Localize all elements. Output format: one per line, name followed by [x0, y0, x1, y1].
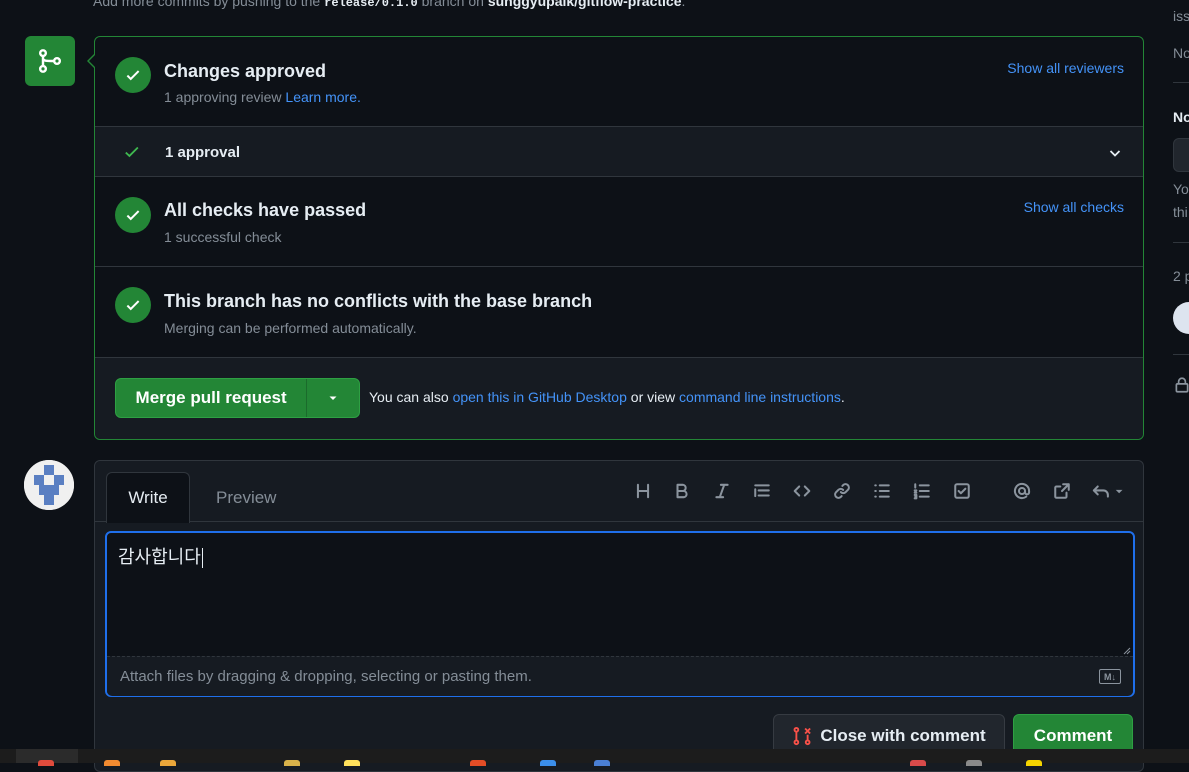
tab-preview[interactable]: Preview [216, 488, 276, 508]
taskbar-app-icon[interactable] [1026, 760, 1042, 766]
taskbar-app-icon[interactable] [966, 760, 982, 766]
taskbar-app-icon[interactable] [104, 760, 120, 766]
check-circle-icon [115, 287, 151, 323]
command-line-link[interactable]: command line instructions [679, 389, 841, 405]
comment-text: 감사합니다 [118, 547, 201, 568]
task-list-icon[interactable] [950, 479, 974, 503]
merge-button-group: Merge pull request [115, 378, 360, 418]
attach-hint: Attach files by dragging & dropping, sel… [120, 668, 532, 685]
github-desktop-link[interactable]: open this in GitHub Desktop [453, 389, 627, 405]
comment-tabbar: Write Preview [95, 461, 1143, 523]
participant-avatar[interactable] [1173, 302, 1189, 334]
taskbar-app-icon[interactable] [540, 760, 556, 766]
reference-icon[interactable] [1050, 479, 1074, 503]
taskbar-app-icon[interactable] [344, 760, 360, 766]
taskbar-app-icon[interactable] [594, 760, 610, 766]
merge-options-button[interactable] [307, 379, 359, 417]
taskbar-app-icon[interactable] [38, 760, 54, 766]
heading-icon[interactable] [631, 479, 655, 503]
learn-more-link[interactable]: Learn more. [285, 89, 360, 105]
markdown-icon[interactable]: M↓ [1099, 669, 1121, 684]
lock-icon[interactable] [1173, 376, 1189, 394]
conflicts-title: This branch has no conflicts with the ba… [164, 291, 593, 311]
check-circle-icon [115, 197, 151, 233]
check-icon [125, 146, 139, 158]
pull-request-closed-icon [793, 726, 812, 746]
checks-subtitle: 1 successful check [164, 229, 282, 245]
push-hint: Add more commits by pushing to the relea… [93, 0, 685, 10]
bullet-list-icon[interactable] [870, 479, 894, 503]
check-circle-icon [115, 57, 151, 93]
numbered-list-icon[interactable] [910, 479, 934, 503]
show-all-reviewers-link[interactable]: Show all reviewers [1007, 60, 1124, 76]
conflicts-subtitle: Merging can be performed automatically. [164, 320, 417, 336]
comment-textarea[interactable]: 감사합니다 Attach files by dragging & droppin… [105, 531, 1135, 697]
taskbar-app-icon[interactable] [284, 760, 300, 766]
tab-write[interactable]: Write [106, 472, 190, 523]
conflicts-section: This branch has no conflicts with the ba… [95, 267, 1143, 358]
repo-name[interactable]: sunggyupaik/gitflow-practice [488, 0, 682, 9]
approval-row[interactable]: 1 approval [95, 127, 1143, 177]
merge-note: You can also open this in GitHub Desktop… [369, 389, 845, 405]
reply-icon[interactable] [1090, 479, 1128, 503]
git-merge-icon [38, 49, 62, 73]
approval-count: 1 approval [165, 144, 241, 161]
quote-icon[interactable] [750, 479, 774, 503]
approval-section: Changes approved 1 approving review Lear… [95, 37, 1143, 127]
os-taskbar [0, 749, 1189, 766]
taskbar-app-icon[interactable] [910, 760, 926, 766]
caret-down-icon [329, 396, 337, 400]
checks-section: All checks have passed 1 successful chec… [95, 177, 1143, 267]
show-all-checks-link[interactable]: Show all checks [1024, 199, 1124, 215]
bold-icon[interactable] [670, 479, 694, 503]
merge-status-badge [25, 36, 75, 86]
checks-title: All checks have passed [164, 200, 367, 220]
taskbar-app-icon[interactable] [470, 760, 486, 766]
resize-handle[interactable] [1123, 647, 1131, 655]
approved-subtitle: 1 approving review Learn more. [164, 89, 361, 105]
attach-files-area[interactable]: Attach files by dragging & dropping, sel… [107, 656, 1133, 696]
chevron-down-icon[interactable] [1107, 145, 1123, 161]
link-icon[interactable] [830, 479, 854, 503]
merge-pull-request-button[interactable]: Merge pull request [116, 379, 308, 417]
comment-box: Write Preview 감사합니다 Attach files by drag… [94, 460, 1144, 772]
code-icon[interactable] [790, 479, 814, 503]
merge-box: Changes approved 1 approving review Lear… [87, 36, 1144, 440]
right-sidebar: iss No No Yo thi 2 p [1173, 0, 1189, 763]
mention-icon[interactable] [1010, 479, 1034, 503]
avatar[interactable] [24, 460, 74, 510]
sidebar-button[interactable] [1173, 138, 1189, 172]
approved-title: Changes approved [164, 61, 327, 81]
italic-icon[interactable] [710, 479, 734, 503]
taskbar-app-icon[interactable] [160, 760, 176, 766]
branch-name[interactable]: release/0.1.0 [324, 0, 418, 10]
